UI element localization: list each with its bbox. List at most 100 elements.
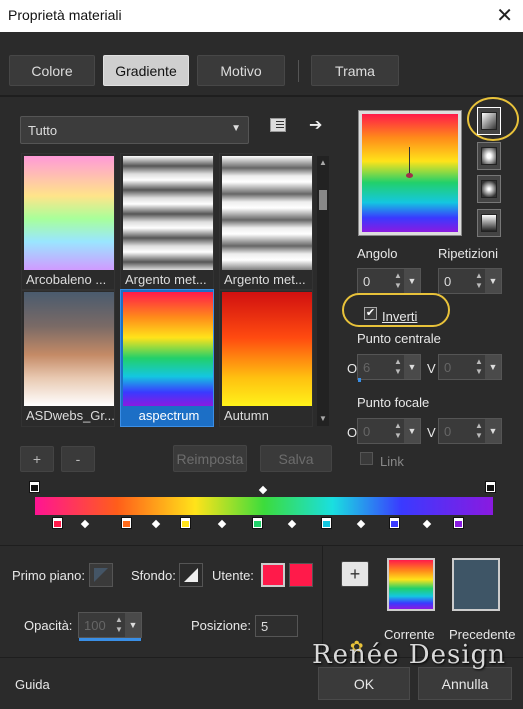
center-point-label: Punto centrale — [357, 331, 441, 346]
color-stop[interactable] — [52, 517, 63, 529]
gradient-editor-bar[interactable] — [35, 497, 493, 515]
chevron-down-icon[interactable]: ▼ — [125, 613, 141, 637]
focal-v-spinner[interactable]: 0 ▲ ▼ ▼ — [438, 418, 502, 444]
color-midpoint[interactable] — [151, 519, 161, 529]
background-label: Sfondo: — [131, 568, 176, 583]
color-stop[interactable] — [389, 517, 400, 529]
color-stop[interactable] — [252, 517, 263, 529]
color-midpoint[interactable] — [287, 519, 297, 529]
arrow-right-icon[interactable]: ➔ — [309, 115, 322, 135]
opacity-label: Opacità: — [24, 618, 73, 633]
spin-arrows-icon[interactable]: ▲ ▼ — [473, 357, 485, 377]
opacity-midpoint[interactable] — [258, 485, 268, 495]
user-color-swatch-2[interactable] — [289, 563, 313, 587]
opacity-progress — [79, 638, 141, 641]
save-button[interactable]: Salva — [260, 445, 332, 472]
previous-material-swatch[interactable] — [452, 558, 500, 611]
scroll-down-icon[interactable]: ▼ — [319, 414, 327, 423]
color-stop[interactable] — [180, 517, 191, 529]
angle-handle[interactable] — [406, 173, 413, 178]
spin-arrows-icon[interactable]: ▲ ▼ — [392, 421, 404, 441]
tab-motivo[interactable]: Motivo — [197, 55, 285, 86]
chevron-down-icon[interactable]: ▼ — [404, 419, 420, 443]
remove-gradient-button[interactable]: - — [61, 446, 95, 472]
gradient-tile[interactable]: Argento met... — [120, 153, 214, 291]
center-o-spinner[interactable]: 6 ▲ ▼ ▼ — [357, 354, 421, 380]
current-material-swatch[interactable] — [387, 558, 435, 611]
gradient-swatch — [123, 156, 213, 270]
manage-gradients-icon[interactable] — [270, 118, 286, 132]
color-stop-fill — [54, 521, 61, 527]
help-button[interactable]: Guida — [15, 677, 50, 692]
scroll-up-icon[interactable]: ▲ — [319, 158, 327, 167]
spin-arrows-icon[interactable]: ▲ ▼ — [473, 421, 485, 441]
gradient-tile[interactable]: ASDwebs_Gr... — [21, 289, 115, 427]
watermark: Renée Design — [312, 640, 507, 670]
sunburst-type-button[interactable] — [477, 175, 501, 203]
opacity-stop-right[interactable] — [485, 481, 496, 493]
gradient-tile[interactable]: Arcobaleno ... — [21, 153, 115, 291]
chevron-down-icon[interactable]: ▼ — [485, 419, 501, 443]
spin-arrows-icon[interactable]: ▲ ▼ — [473, 271, 485, 291]
color-midpoint[interactable] — [217, 519, 227, 529]
foreground-swatch[interactable] — [89, 563, 113, 587]
radial-type-button[interactable] — [477, 209, 501, 237]
angle-spinner[interactable]: 0 ▲ ▼ ▼ — [357, 268, 421, 294]
spin-arrows-icon[interactable]: ▲ ▼ — [392, 357, 404, 377]
title-bar: Proprietà materiali ✕ — [0, 0, 523, 32]
invert-label: Inverti — [382, 309, 418, 324]
color-stop[interactable] — [121, 517, 132, 529]
gradient-swatch — [222, 156, 312, 270]
gradient-tile[interactable]: Autumn — [219, 289, 313, 427]
tab-colore[interactable]: Colore — [9, 55, 95, 86]
color-stop[interactable] — [321, 517, 332, 529]
spin-arrows-icon[interactable]: ▲ ▼ — [392, 271, 404, 291]
center-v-spinner[interactable]: 0 ▲ ▼ ▼ — [438, 354, 502, 380]
add-gradient-button[interactable]: + — [20, 446, 54, 472]
chevron-down-icon[interactable]: ▼ — [485, 269, 501, 293]
gradient-label: Autumn — [224, 408, 269, 423]
center-v-value: 0 — [444, 360, 452, 375]
chevron-down-icon[interactable]: ▼ — [404, 355, 420, 379]
add-to-swatches-button[interactable]: + — [341, 561, 369, 587]
chevron-down-icon[interactable]: ▼ — [404, 269, 420, 293]
gradient-tile-selected[interactable]: aspectrum — [120, 289, 214, 427]
scrollbar-thumb[interactable] — [319, 190, 327, 210]
color-stop[interactable] — [453, 517, 464, 529]
close-icon[interactable]: ✕ — [496, 3, 513, 28]
gradient-swatch — [24, 292, 114, 406]
cancel-button[interactable]: Annulla — [418, 667, 512, 700]
rectangular-type-button[interactable] — [477, 142, 501, 170]
ok-button[interactable]: OK — [318, 667, 410, 700]
color-midpoint[interactable] — [80, 519, 90, 529]
tab-gradiente[interactable]: Gradiente — [103, 55, 189, 86]
angle-handle-line — [409, 147, 410, 175]
focal-o-spinner[interactable]: 0 ▲ ▼ ▼ — [357, 418, 421, 444]
opacity-spinner[interactable]: 100 ▲ ▼ ▼ — [78, 612, 142, 638]
color-midpoint[interactable] — [422, 519, 432, 529]
chevron-down-icon[interactable]: ▼ — [485, 355, 501, 379]
link-checkbox[interactable] — [360, 452, 373, 465]
repeats-value: 0 — [444, 274, 452, 289]
gradient-label: Arcobaleno ... — [26, 272, 107, 287]
linear-type-button[interactable] — [477, 107, 501, 135]
gradient-tile[interactable]: Argento met... — [219, 153, 313, 291]
reset-button[interactable]: Reimposta — [173, 445, 247, 472]
focal-v-label: V — [427, 425, 436, 440]
focal-o-value: 0 — [363, 424, 371, 439]
gradient-background-icon — [184, 568, 198, 582]
position-input[interactable]: 5 — [255, 615, 298, 637]
opacity-stop-left[interactable] — [29, 481, 40, 493]
user-color-swatch[interactable] — [261, 563, 285, 587]
gradient-preview[interactable] — [358, 110, 462, 236]
spin-arrows-icon[interactable]: ▲ ▼ — [113, 615, 125, 635]
category-dropdown[interactable]: Tutto ▼ — [20, 116, 249, 144]
background-swatch[interactable] — [179, 563, 203, 587]
opacity-value: 100 — [84, 618, 106, 633]
invert-checkbox[interactable]: ✔ — [364, 307, 377, 320]
sunburst-gradient-icon — [481, 180, 497, 198]
tab-trama[interactable]: Trama — [311, 55, 399, 86]
color-midpoint[interactable] — [356, 519, 366, 529]
angle-value: 0 — [363, 274, 371, 289]
repeats-spinner[interactable]: 0 ▲ ▼ ▼ — [438, 268, 502, 294]
